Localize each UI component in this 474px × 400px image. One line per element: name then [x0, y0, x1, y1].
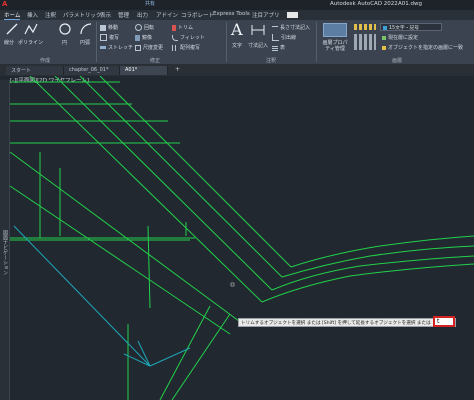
text-button[interactable]: 文字 — [232, 42, 242, 49]
scale-icon — [135, 44, 141, 51]
group-divider — [316, 22, 317, 62]
polyline-icon[interactable] — [24, 23, 38, 35]
trim-button[interactable]: トリム — [172, 24, 193, 31]
trim-icon — [172, 24, 176, 31]
line-icon[interactable] — [6, 23, 18, 35]
match-layer-icon — [382, 45, 386, 50]
rotate-button[interactable]: 回転 — [135, 24, 154, 31]
tab-overflow-icon[interactable] — [287, 12, 298, 18]
linear-dimension-button[interactable]: 長さ寸法記入 — [272, 24, 310, 31]
mirror-icon — [135, 34, 140, 41]
set-current-layer-button[interactable]: 現在層に設定 — [382, 34, 418, 41]
polyline-button[interactable]: ポリライン — [18, 39, 43, 46]
move-button[interactable]: 移動 — [100, 24, 118, 31]
stretch-button[interactable]: ストレッチ — [100, 44, 133, 51]
circle-icon[interactable] — [59, 23, 71, 35]
command-input[interactable]: t — [433, 316, 455, 327]
app-title: Autodesk AutoCAD 2022 — [330, 1, 398, 7]
dimension-button[interactable]: 寸法記入 — [248, 42, 268, 49]
tab-view[interactable]: 表示 — [100, 11, 111, 19]
layer-status-icons[interactable] — [354, 24, 376, 30]
dimension-icon[interactable] — [251, 24, 265, 36]
scale-button[interactable]: 尺度変更 — [135, 44, 163, 51]
layers-group-label: 画層 — [392, 58, 403, 64]
drawing-geometry[interactable] — [0, 76, 474, 400]
command-input-value: t — [437, 318, 440, 325]
draw-group-label: 作成 — [40, 58, 51, 64]
cyan-guide-lines[interactable] — [13, 225, 191, 367]
fillet-button[interactable]: フィレット — [172, 34, 205, 41]
layer-properties-button[interactable]: 画層プロパティ管理 — [320, 40, 350, 52]
table-icon — [272, 44, 278, 51]
circle-button[interactable]: 円 — [62, 39, 67, 46]
layer-tools-icons[interactable] — [354, 34, 376, 50]
rotate-icon — [135, 24, 142, 31]
mirror-button[interactable]: 鏡像 — [135, 34, 152, 41]
tab-parametric[interactable]: パラメトリック — [63, 11, 101, 19]
new-tab-button[interactable]: + — [175, 67, 180, 73]
text-icon[interactable]: A — [231, 22, 243, 38]
doc-tab-a01[interactable]: A01* — [120, 66, 168, 75]
fillet-icon — [172, 34, 178, 41]
title-bar: A Autodesk AutoCAD 2022 A01.dwg 共有 — [0, 0, 474, 10]
copy-icon — [100, 34, 107, 41]
leader-button[interactable]: 引出線 — [272, 34, 296, 41]
green-wall-lines[interactable] — [9, 76, 474, 400]
tab-output[interactable]: 出力 — [137, 11, 148, 19]
stretch-icon — [100, 46, 106, 49]
set-current-icon — [382, 35, 386, 40]
copy-button[interactable]: 複写 — [100, 34, 119, 41]
arc-button[interactable]: 円弧 — [80, 39, 90, 46]
tab-manage[interactable]: 管理 — [118, 11, 129, 19]
ribbon-tab-bar: ホーム 挿入 注釈 パラメトリック 表示 管理 出力 アドイン コラボレート E… — [0, 10, 474, 20]
tab-annotate[interactable]: 注釈 — [45, 11, 56, 19]
doc-tab-start[interactable]: スタート — [6, 66, 64, 75]
group-divider — [96, 22, 97, 62]
layer-dropdown[interactable]: 15文字・記号 — [380, 23, 442, 31]
line-button[interactable]: 線分 — [4, 39, 14, 46]
tab-addins[interactable]: アドイン — [156, 11, 178, 19]
doc-tab-chapter[interactable]: chapter_06_01* — [64, 66, 120, 75]
tab-express-tools[interactable]: Express Tools — [213, 11, 250, 17]
array-button[interactable]: 配列複写 — [172, 44, 200, 51]
autocad-logo-icon[interactable]: A — [2, 1, 7, 8]
arc-icon[interactable] — [80, 23, 92, 35]
ribbon-panel: 線分 ポリライン 円 円弧 作成 移動 回転 トリム 複写 鏡像 フィレット ス… — [0, 20, 474, 64]
command-line[interactable]: トリムするオブジェクトを選択 または [Shift] を押して延長するオブジェク… — [238, 318, 456, 327]
command-prompt: トリムするオブジェクトを選択 または [Shift] を押して延長するオブジェク… — [241, 321, 431, 326]
linear-dimension-icon — [272, 25, 278, 30]
layer-color-swatch-icon — [383, 25, 387, 30]
modify-group-label: 修正 — [150, 58, 161, 64]
tab-insert[interactable]: 挿入 — [27, 11, 38, 19]
tab-featured-apps[interactable]: 注目アプリ — [252, 11, 280, 19]
move-icon — [100, 24, 106, 31]
layer-properties-icon[interactable] — [323, 23, 347, 37]
annotation-group-label: 注釈 — [266, 58, 277, 64]
leader-icon — [272, 34, 279, 41]
tab-collaborate[interactable]: コラボレート — [181, 11, 214, 19]
share-label[interactable]: 共有 — [145, 2, 155, 7]
match-layer-button[interactable]: オブジェクトを指定の画層に一致 — [382, 44, 463, 51]
array-icon — [172, 44, 178, 51]
file-name: A01.dwg — [398, 1, 422, 7]
cursor-pickbox — [230, 282, 235, 287]
group-divider — [226, 22, 227, 62]
tab-home[interactable]: ホーム — [4, 11, 21, 20]
current-layer-name: 15文字・記号 — [389, 26, 420, 31]
table-button[interactable]: 表 — [272, 44, 285, 51]
